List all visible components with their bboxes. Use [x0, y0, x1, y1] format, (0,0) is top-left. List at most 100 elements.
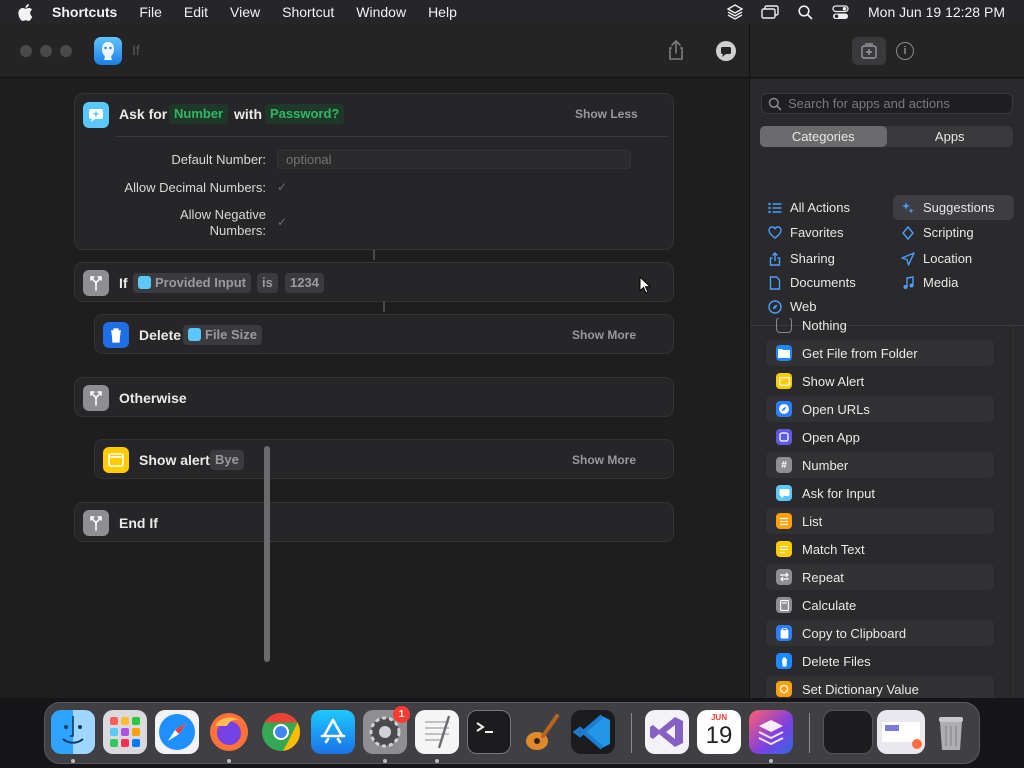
input-type-token[interactable]: Number — [169, 104, 229, 124]
category-all-actions[interactable]: All Actions — [767, 195, 850, 220]
menu-shortcut[interactable]: Shortcut — [282, 4, 334, 20]
dock-separator — [809, 713, 810, 753]
shortcut-title[interactable]: If — [132, 42, 140, 58]
show-more-button[interactable]: Show More — [572, 453, 636, 467]
finder-icon[interactable] — [51, 710, 95, 754]
launchpad-icon[interactable] — [103, 710, 147, 754]
ask-for-input-action[interactable]: Ask for Number with Password? Show Less … — [74, 93, 674, 250]
window-switch-icon[interactable] — [761, 4, 779, 20]
show-alert-action[interactable]: Show alert Bye Show More — [94, 439, 674, 479]
close-window-button[interactable] — [20, 45, 32, 57]
tab-categories[interactable]: Categories — [760, 126, 887, 147]
sidebar-scrollbar[interactable] — [264, 446, 270, 662]
action-item-match-text[interactable]: Match Text — [766, 536, 994, 562]
shortcuts-window: If i Ask for Number with Password? Show … — [0, 24, 1024, 698]
action-item-delete-files[interactable]: Delete Files — [766, 648, 994, 674]
calendar-icon[interactable]: JUN 19 — [697, 710, 741, 754]
action-item-get-file-from-folder[interactable]: Get File from Folder — [766, 340, 994, 366]
category-media[interactable]: Media — [900, 270, 958, 295]
action-item-nothing[interactable]: Nothing — [766, 318, 994, 338]
delete-action[interactable]: Delete File Size Show More — [94, 314, 674, 354]
app-store-icon[interactable] — [311, 710, 355, 754]
condition-operator-token[interactable]: is — [257, 273, 278, 293]
show-more-button[interactable]: Show More — [572, 328, 636, 342]
action-item-calculate[interactable]: Calculate — [766, 592, 994, 618]
otherwise-action[interactable]: Otherwise — [74, 377, 674, 417]
action-item-number[interactable]: # Number — [766, 452, 994, 478]
menu-app-name[interactable]: Shortcuts — [52, 4, 117, 20]
action-label: Ask for Input — [802, 485, 875, 501]
allow-negative-checkbox[interactable]: ✓ — [275, 215, 289, 229]
trash-can-icon[interactable] — [929, 710, 973, 754]
shortcut-glyph-icon[interactable] — [94, 37, 122, 65]
category-favorites[interactable]: Favorites — [767, 220, 843, 245]
action-library-icon[interactable] — [852, 37, 886, 65]
alert-message-token[interactable]: Bye — [210, 450, 244, 470]
number-glyph: # — [781, 459, 787, 471]
minimize-window-button[interactable] — [40, 45, 52, 57]
firefox-icon[interactable] — [207, 710, 251, 754]
default-number-field[interactable] — [277, 150, 631, 169]
screenshot-thumbnail[interactable] — [877, 710, 925, 754]
minimized-window-thumbnail[interactable] — [823, 710, 873, 754]
safari-icon[interactable] — [155, 710, 199, 754]
layers-icon[interactable] — [726, 4, 744, 20]
share-icon[interactable] — [666, 39, 686, 61]
dock-separator — [631, 713, 632, 753]
end-if-action[interactable]: End If — [74, 502, 674, 542]
search-input[interactable] — [788, 95, 1008, 112]
delete-label: Delete — [139, 327, 182, 343]
show-less-button[interactable]: Show Less — [575, 107, 638, 121]
file-size-token[interactable]: File Size — [183, 325, 263, 345]
location-arrow-icon — [900, 251, 916, 267]
condition-value-token[interactable]: 1234 — [285, 273, 324, 293]
info-icon[interactable]: i — [896, 42, 914, 60]
visual-studio-icon[interactable] — [645, 710, 689, 754]
vscode-icon[interactable] — [571, 710, 615, 754]
action-item-copy-to-clipboard[interactable]: Copy to Clipboard — [766, 620, 994, 646]
category-suggestions[interactable]: Suggestions — [893, 195, 1014, 220]
provided-input-text: Provided Input — [155, 275, 246, 290]
app-icon — [776, 429, 792, 445]
garageband-icon[interactable] — [519, 710, 563, 754]
category-location[interactable]: Location — [900, 246, 972, 271]
apple-menu-icon[interactable] — [18, 0, 38, 24]
category-sharing[interactable]: Sharing — [767, 246, 835, 271]
spotlight-search-icon[interactable] — [796, 4, 814, 20]
action-item-list[interactable]: List — [766, 508, 994, 534]
control-center-icon[interactable] — [831, 4, 849, 20]
shortcuts-icon[interactable] — [749, 710, 793, 754]
action-item-open-urls[interactable]: Open URLs — [766, 396, 994, 422]
action-label: Copy to Clipboard — [802, 625, 907, 641]
category-scripting[interactable]: Scripting — [900, 220, 974, 245]
terminal-icon[interactable] — [467, 710, 511, 754]
nothing-icon — [776, 318, 792, 333]
category-documents[interactable]: Documents — [767, 270, 856, 295]
menu-window[interactable]: Window — [356, 4, 406, 20]
action-item-repeat[interactable]: Repeat — [766, 564, 994, 590]
action-item-ask-for-input[interactable]: Ask for Input — [766, 480, 994, 506]
textedit-icon[interactable] — [415, 710, 459, 754]
tab-apps[interactable]: Apps — [887, 126, 1014, 147]
action-item-set-dictionary-value[interactable]: Set Dictionary Value — [766, 676, 994, 698]
category-label: Favorites — [790, 225, 844, 240]
if-label: If — [119, 275, 128, 291]
action-item-show-alert[interactable]: Show Alert — [766, 368, 994, 394]
action-item-open-app[interactable]: Open App — [766, 424, 994, 450]
provided-input-token[interactable]: Provided Input — [133, 273, 251, 293]
menu-file[interactable]: File — [139, 4, 162, 20]
chrome-icon[interactable] — [259, 710, 303, 754]
menu-help[interactable]: Help — [428, 4, 457, 20]
category-label: Location — [923, 251, 973, 266]
category-web[interactable]: Web — [767, 294, 817, 319]
menu-edit[interactable]: Edit — [184, 4, 208, 20]
run-shortcut-icon[interactable] — [715, 40, 737, 62]
menu-clock[interactable]: Mon Jun 19 12:28 PM — [868, 4, 1005, 20]
prompt-token[interactable]: Password? — [265, 104, 345, 124]
action-search[interactable] — [761, 93, 1013, 114]
allow-decimal-checkbox[interactable]: ✓ — [275, 180, 289, 194]
zoom-window-button[interactable] — [60, 45, 72, 57]
if-action[interactable]: If Provided Input is 1234 — [74, 262, 674, 302]
action-label: Number — [802, 457, 849, 473]
menu-view[interactable]: View — [230, 4, 260, 20]
